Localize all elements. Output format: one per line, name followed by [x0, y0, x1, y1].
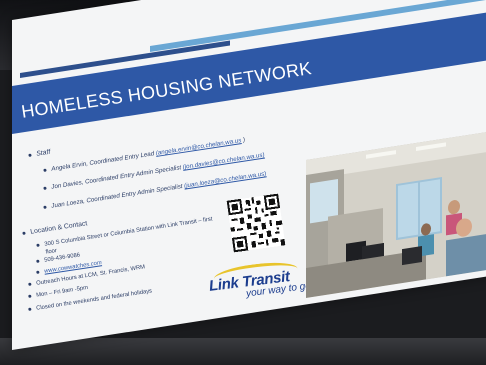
qr-code-icon: [226, 193, 286, 253]
bullet-icon: [22, 231, 26, 235]
staff-email-link[interactable]: (jon.davies@co.chelan.wa.us): [182, 152, 265, 171]
bullet-icon: [28, 282, 32, 286]
bullet-icon: [43, 186, 47, 190]
office-photo: [306, 131, 486, 298]
bullet-icon: [36, 243, 40, 247]
logo-tagline: your way to go!: [245, 280, 315, 300]
logo-name: Link Transit: [208, 268, 291, 295]
room-ceiling: [0, 0, 486, 70]
staff-email-link[interactable]: (juan.loeza@co.chelan.wa.us): [184, 170, 267, 189]
outreach-hours: Outreach Hours at LCM, St. Francis, WRM: [28, 264, 145, 288]
office-photo-image: [306, 131, 486, 298]
room-floor: [0, 338, 486, 365]
location-address: 300 S Columbia Street or Columbia Statio…: [36, 215, 214, 257]
staff-item: Jon Davies, Coordinated Entry Admin Spec…: [43, 152, 265, 192]
bullet-icon: [36, 270, 40, 274]
staff-heading: Staff: [28, 149, 51, 159]
bullet-icon: [36, 259, 40, 263]
bullet-icon: [43, 168, 47, 172]
location-heading: Location & Contact: [22, 220, 88, 237]
logo-swoosh: [212, 259, 299, 289]
link-transit-logo: Link Transit your way to go!: [208, 259, 315, 303]
bullet-icon: [43, 205, 47, 209]
bullet-icon: [28, 307, 32, 311]
staff-email-link[interactable]: (angela.ervin@co.chelan.wa.us: [155, 137, 242, 157]
closed-notice: Closed on the weekends and federal holid…: [28, 288, 152, 313]
bullet-icon: [28, 294, 32, 298]
office-hours: Mon – Fri 9am -5pm: [28, 285, 88, 300]
location-phone: 509-436-9086: [36, 252, 81, 265]
staff-item: Juan Loeza, Coordinated Entry Admin Spec…: [43, 170, 267, 211]
bullet-icon: [28, 153, 32, 157]
staff-item: Angela Ervin, Coordinated Entry Lead (an…: [43, 137, 246, 174]
location-website-link[interactable]: www.cowwatches.com: [36, 260, 102, 276]
